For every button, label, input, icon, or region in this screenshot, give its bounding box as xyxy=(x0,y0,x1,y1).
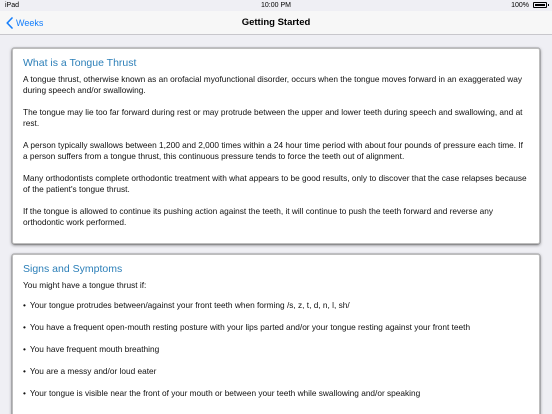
bullet: • xyxy=(23,322,26,332)
section-card-tongue-thrust: What is a Tongue Thrust A tongue thrust,… xyxy=(12,48,540,244)
list-item: • You have frequent mouth breathing xyxy=(23,344,529,355)
bullet: • xyxy=(23,366,26,376)
list-item-text: Your tongue is visible near the front of… xyxy=(29,388,421,398)
battery-percentage: 100% xyxy=(511,2,529,9)
section-paragraph: The tongue may lie too far forward durin… xyxy=(23,107,523,128)
back-button-label: Weeks xyxy=(16,18,44,28)
section-paragraph: A person typically swallows between 1,20… xyxy=(23,140,523,161)
symptom-list: • Your tongue protrudes between/against y… xyxy=(23,300,529,399)
chevron-left-icon xyxy=(6,17,13,29)
navigation-bar: Getting Started Weeks xyxy=(0,11,552,35)
status-bar: iPad 10:00 PM 100% xyxy=(0,0,552,11)
list-item-text: You are a messy and/or loud eater xyxy=(29,366,157,376)
back-button[interactable]: Weeks xyxy=(6,14,43,32)
section-title: Signs and Symptoms xyxy=(23,263,123,275)
list-item: • Your tongue is visible near the front o… xyxy=(23,388,529,399)
battery-icon xyxy=(533,2,549,8)
list-item-text: Your tongue protrudes between/against yo… xyxy=(29,300,350,310)
page-title: Getting Started xyxy=(241,17,311,28)
list-item-text: You have frequent mouth breathing xyxy=(29,344,160,354)
content-scroll-view[interactable]: What is a Tongue Thrust A tongue thrust,… xyxy=(0,35,552,414)
section-card-signs-symptoms: Signs and Symptoms You might have a tong… xyxy=(12,254,540,414)
section-paragraph: If the tongue is allowed to continue its… xyxy=(23,206,493,227)
bullet: • xyxy=(23,388,26,398)
list-item-text: You have a frequent open-mouth resting p… xyxy=(29,322,471,332)
list-item: • You have a frequent open-mouth resting … xyxy=(23,322,529,333)
list-item: • Your tongue protrudes between/against y… xyxy=(23,300,529,311)
bullet: • xyxy=(23,300,26,310)
list-item: • You are a messy and/or loud eater xyxy=(23,366,529,377)
status-time: 10:00 PM xyxy=(261,2,291,9)
section-paragraph: Many orthodontists complete orthodontic … xyxy=(23,173,527,194)
bullet: • xyxy=(23,344,26,354)
section-paragraph: A tongue thrust, otherwise known as an o… xyxy=(23,74,523,95)
section-title: What is a Tongue Thrust xyxy=(23,57,137,69)
section-intro: You might have a tongue thrust if: xyxy=(23,280,147,290)
